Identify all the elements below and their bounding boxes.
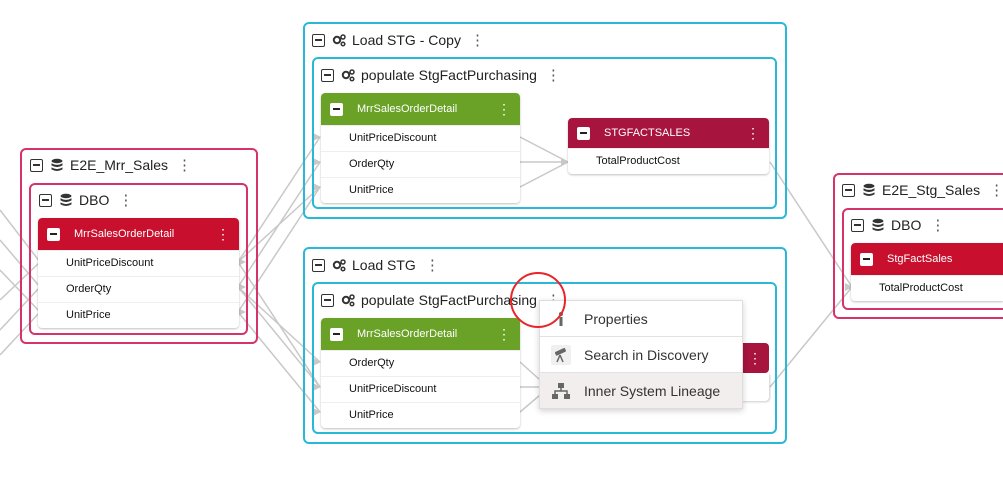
column-row[interactable]: OrderQty bbox=[321, 350, 520, 376]
database-icon bbox=[60, 193, 72, 206]
table-name: StgFactSales bbox=[887, 253, 953, 265]
more-options-icon[interactable]: ⋮ bbox=[425, 256, 440, 274]
table-header: STGFACTSALES ⋮ bbox=[568, 118, 769, 148]
more-options-icon[interactable]: ⋮ bbox=[118, 191, 133, 209]
more-options-icon[interactable]: ⋮ bbox=[470, 31, 485, 49]
table-card[interactable]: STGFACTSALES ⋮ TotalProductCost bbox=[568, 118, 769, 174]
column-row[interactable]: UnitPrice bbox=[321, 177, 520, 203]
menu-item-inner-system-lineage[interactable]: Inner System Lineage bbox=[540, 372, 742, 408]
collapse-button[interactable] bbox=[312, 33, 325, 47]
task-title: populate StgFactPurchasing bbox=[361, 292, 537, 308]
table-header: MrrSalesOrderDetail ⋮ bbox=[321, 318, 520, 350]
collapse-button[interactable] bbox=[860, 252, 873, 266]
context-menu: Properties Search in Discovery Inner Sys… bbox=[539, 300, 743, 409]
column-row[interactable]: OrderQty bbox=[38, 276, 239, 302]
column-row[interactable]: UnitPriceDiscount bbox=[38, 250, 239, 276]
table-card[interactable]: StgFactSales TotalProductCost bbox=[851, 243, 1003, 301]
package-header: Load STG ⋮ bbox=[312, 256, 440, 274]
collapse-button[interactable] bbox=[842, 183, 855, 197]
column-row[interactable]: OrderQty bbox=[321, 151, 520, 177]
more-options-icon[interactable]: ⋮ bbox=[989, 181, 1003, 199]
collapse-button[interactable] bbox=[330, 102, 343, 116]
more-options-icon[interactable]: ⋮ bbox=[497, 101, 511, 118]
task-header: populate StgFactPurchasing ⋮ bbox=[321, 66, 561, 84]
gears-icon bbox=[341, 294, 355, 307]
collapse-button[interactable] bbox=[30, 158, 43, 172]
table-card[interactable]: MrrSalesOrderDetail ⋮ OrderQty UnitPrice… bbox=[321, 318, 520, 428]
properties-icon bbox=[559, 311, 563, 326]
schema-title: DBO bbox=[891, 217, 922, 233]
table-name: MrrSalesOrderDetail bbox=[74, 228, 175, 240]
package-header: Load STG - Copy ⋮ bbox=[312, 31, 485, 49]
gears-icon bbox=[341, 69, 355, 82]
column-row[interactable]: UnitPrice bbox=[38, 302, 239, 328]
table-name: STGFACTSALES bbox=[604, 127, 691, 139]
gears-icon bbox=[332, 259, 346, 272]
more-options-icon[interactable]: ⋮ bbox=[930, 216, 945, 234]
collapse-button[interactable] bbox=[321, 293, 334, 307]
package-title: Load STG bbox=[352, 257, 416, 273]
menu-item-label: Inner System Lineage bbox=[584, 382, 721, 399]
collapse-button[interactable] bbox=[312, 258, 325, 272]
collapse-button[interactable] bbox=[851, 218, 864, 232]
hierarchy-icon bbox=[552, 382, 570, 399]
hidden-table-body bbox=[741, 373, 769, 401]
table-name: MrrSalesOrderDetail bbox=[357, 328, 458, 340]
menu-item-search-in-discovery[interactable]: Search in Discovery bbox=[540, 336, 742, 372]
collapse-button[interactable] bbox=[321, 68, 334, 82]
more-options-icon[interactable]: ⋮ bbox=[216, 226, 230, 243]
column-row[interactable]: UnitPriceDiscount bbox=[321, 125, 520, 151]
table-header: MrrSalesOrderDetail ⋮ bbox=[38, 218, 239, 250]
collapse-button[interactable] bbox=[39, 193, 52, 207]
menu-item-properties[interactable]: Properties bbox=[540, 301, 742, 336]
database-header: E2E_Mrr_Sales ⋮ bbox=[30, 156, 192, 174]
table-header: StgFactSales bbox=[851, 243, 1003, 275]
telescope-icon bbox=[551, 344, 571, 365]
menu-item-label: Properties bbox=[584, 310, 648, 327]
database-icon bbox=[51, 158, 63, 171]
gears-icon bbox=[332, 34, 346, 47]
schema-header: DBO ⋮ bbox=[39, 191, 133, 209]
menu-item-label: Search in Discovery bbox=[584, 346, 709, 363]
more-options-icon[interactable]: ⋮ bbox=[741, 343, 769, 373]
database-title: E2E_Mrr_Sales bbox=[70, 157, 169, 173]
collapse-button[interactable] bbox=[577, 126, 590, 140]
column-row[interactable]: TotalProductCost bbox=[851, 275, 1003, 301]
more-options-icon[interactable]: ⋮ bbox=[546, 66, 561, 84]
table-name: MrrSalesOrderDetail bbox=[357, 103, 458, 115]
schema-header: DBO ⋮ bbox=[851, 216, 945, 234]
table-card[interactable]: MrrSalesOrderDetail ⋮ UnitPriceDiscount … bbox=[321, 93, 520, 203]
column-row[interactable]: TotalProductCost bbox=[568, 148, 769, 174]
column-row[interactable]: UnitPrice bbox=[321, 402, 520, 428]
more-options-icon[interactable]: ⋮ bbox=[746, 125, 760, 142]
task-header: populate StgFactPurchasing ⋮ bbox=[321, 291, 561, 309]
more-options-icon[interactable]: ⋮ bbox=[177, 156, 192, 174]
schema-title: DBO bbox=[79, 192, 110, 208]
column-row[interactable]: UnitPriceDiscount bbox=[321, 376, 520, 402]
package-title: Load STG - Copy bbox=[352, 32, 461, 48]
table-card[interactable]: MrrSalesOrderDetail ⋮ UnitPriceDiscount … bbox=[38, 218, 239, 328]
table-header: MrrSalesOrderDetail ⋮ bbox=[321, 93, 520, 125]
more-options-icon[interactable]: ⋮ bbox=[497, 326, 511, 343]
task-title: populate StgFactPurchasing bbox=[361, 67, 537, 83]
database-header: E2E_Stg_Sales ⋮ bbox=[842, 181, 1003, 199]
collapse-button[interactable] bbox=[47, 227, 60, 241]
database-icon bbox=[872, 218, 884, 231]
database-icon bbox=[863, 183, 875, 196]
collapse-button[interactable] bbox=[330, 327, 343, 341]
database-title: E2E_Stg_Sales bbox=[882, 182, 981, 198]
